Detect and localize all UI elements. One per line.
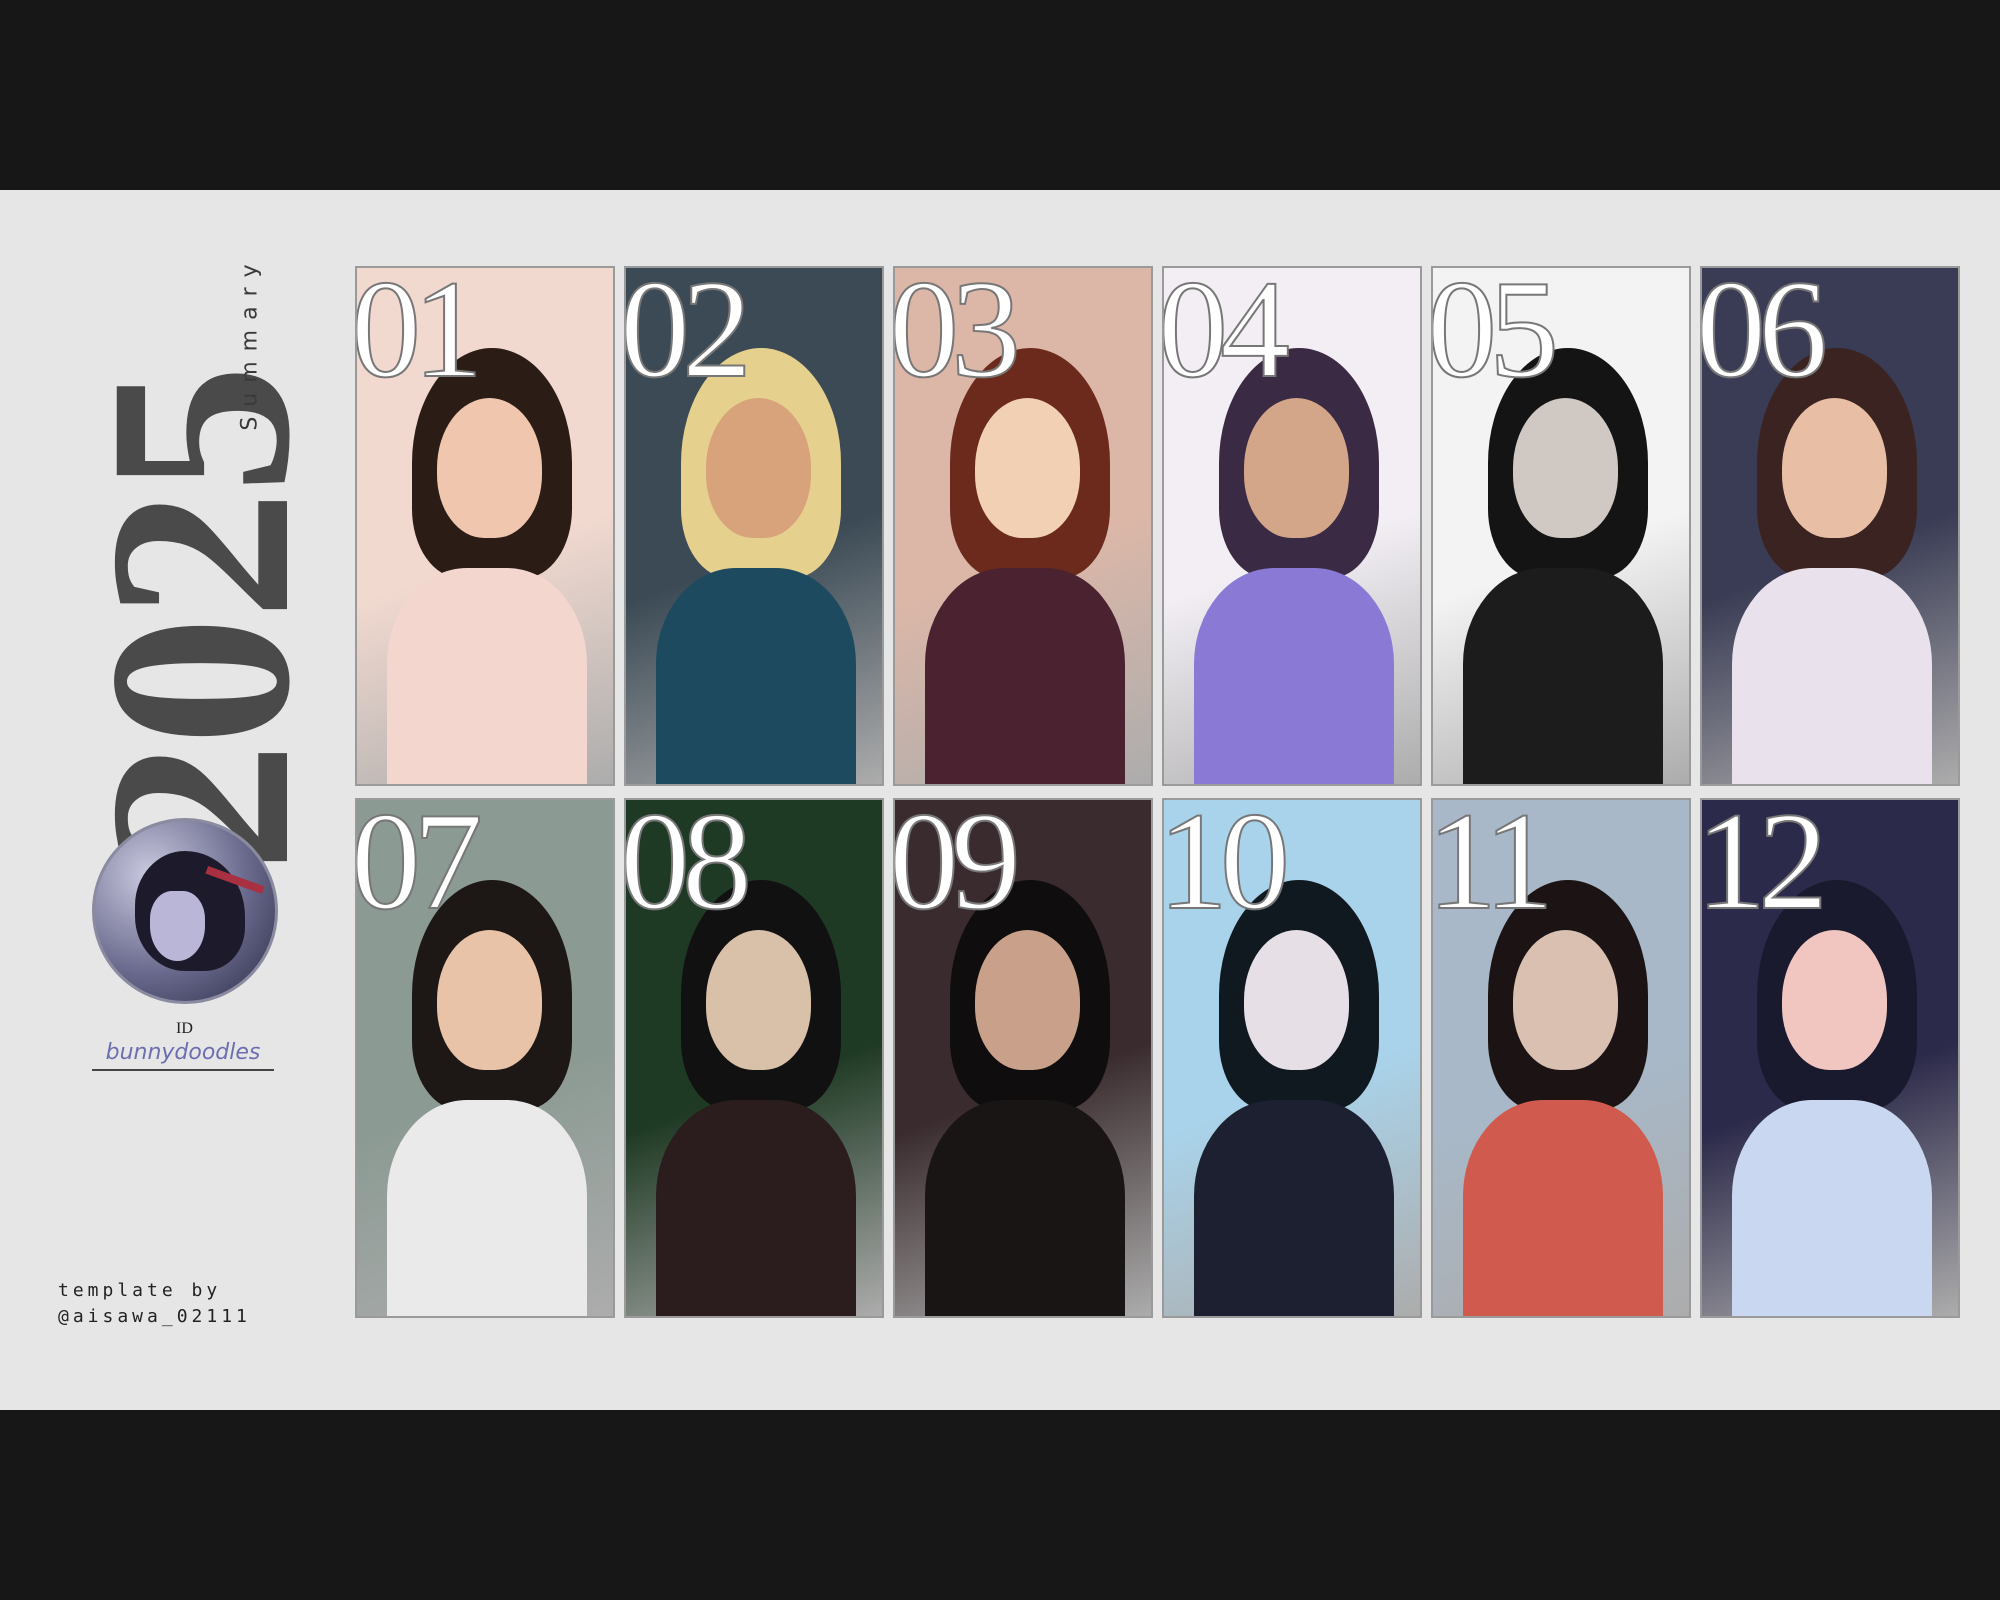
- month-tile[interactable]: 11: [1431, 798, 1691, 1318]
- month-number: 12: [1700, 798, 1829, 939]
- month-number: 01: [355, 266, 484, 407]
- month-number: 09: [893, 798, 1022, 939]
- month-number: 02: [624, 266, 753, 407]
- year-title: 2025: [56, 368, 344, 872]
- month-grid: 01 02 03 04 05 06 07 08 09 10 11 12: [355, 266, 1960, 1318]
- month-number: 04: [1162, 266, 1291, 407]
- month-tile[interactable]: 07: [355, 798, 615, 1318]
- month-tile[interactable]: 08: [624, 798, 884, 1318]
- month-number: 08: [624, 798, 753, 939]
- month-tile[interactable]: 01: [355, 266, 615, 786]
- id-label: ID: [176, 1020, 193, 1037]
- month-number: 10: [1162, 798, 1291, 939]
- summary-subtitle: Summary: [237, 254, 263, 431]
- month-number: 05: [1431, 266, 1560, 407]
- summary-sheet: 2025 Summary ID bunnydoodles template by…: [0, 190, 2000, 1410]
- credit-line-1: template by: [58, 1280, 222, 1301]
- month-number: 11: [1431, 798, 1555, 939]
- month-tile[interactable]: 12: [1700, 798, 1960, 1318]
- profile-avatar: [92, 818, 278, 1004]
- month-tile[interactable]: 02: [624, 266, 884, 786]
- template-credit: template by @aisawa_02111: [58, 1278, 251, 1330]
- month-tile[interactable]: 05: [1431, 266, 1691, 786]
- month-tile[interactable]: 03: [893, 266, 1153, 786]
- month-tile[interactable]: 09: [893, 798, 1153, 1318]
- month-tile[interactable]: 06: [1700, 266, 1960, 786]
- artist-handle: bunnydoodles: [92, 1040, 274, 1071]
- month-tile[interactable]: 04: [1162, 266, 1422, 786]
- month-tile[interactable]: 10: [1162, 798, 1422, 1318]
- month-number: 06: [1700, 266, 1829, 407]
- credit-line-2: @aisawa_02111: [58, 1306, 251, 1327]
- month-number: 03: [893, 266, 1022, 407]
- month-number: 07: [355, 798, 484, 939]
